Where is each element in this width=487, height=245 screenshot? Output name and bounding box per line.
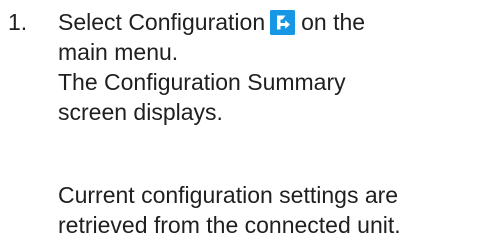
instruction-line: Select Configuration on the	[58, 7, 468, 37]
instruction-text-after-icon: on the	[301, 9, 366, 35]
note-line: Current configuration settings are	[58, 182, 399, 208]
step-content: Select Configuration on the main menu. T…	[58, 7, 468, 127]
instruction-line-continued: main menu.	[58, 39, 179, 65]
instruction-text-before-icon: Select Configuration	[58, 9, 266, 35]
step-number: 1.	[8, 9, 28, 35]
numbered-step: 1. Select Configuration on the main menu…	[0, 0, 487, 245]
document-page: 1. Select Configuration on the main menu…	[0, 0, 487, 245]
note-line-continued: retrieved from the connected unit.	[58, 212, 401, 238]
result-line-continued: screen displays.	[58, 99, 223, 125]
configuration-icon	[270, 10, 296, 35]
result-line: The Configuration Summary	[58, 69, 346, 95]
note-paragraph: Current configuration settings are retri…	[58, 180, 483, 240]
